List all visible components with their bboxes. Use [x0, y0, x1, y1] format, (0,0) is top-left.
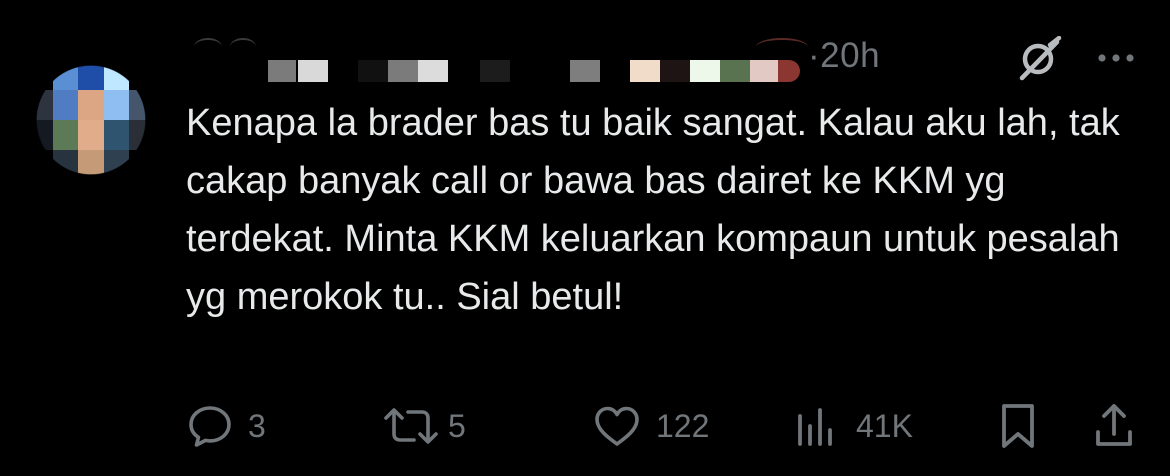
timestamp-separator: ·	[808, 36, 821, 75]
action-bar: 3 5 122 41K	[186, 398, 1146, 454]
avatar[interactable]	[28, 60, 154, 180]
more-options-icon[interactable]	[1094, 48, 1138, 68]
views-count: 41K	[856, 407, 913, 444]
tweet-text: Kenapa la brader bas tu baik sangat. Kal…	[186, 102, 1120, 318]
author-name-redacted[interactable]	[190, 38, 830, 84]
heart-icon	[595, 406, 639, 446]
share-icon	[1096, 404, 1132, 446]
timestamp-value[interactable]: 20h	[820, 36, 880, 75]
share-button[interactable]	[1092, 398, 1136, 454]
bookmark-button[interactable]	[996, 398, 1040, 454]
views-icon	[798, 408, 832, 446]
retweet-button[interactable]: 5	[382, 398, 466, 454]
reply-icon	[189, 406, 231, 447]
tweet-article[interactable]: ·20h Kenapa la brader bas tu baik sangat…	[0, 0, 1170, 476]
timestamp[interactable]: ·20h	[808, 36, 880, 76]
bookmark-icon	[1002, 404, 1034, 448]
views-button[interactable]: 41K	[794, 398, 913, 454]
grok-icon[interactable]	[1012, 36, 1064, 82]
like-count: 122	[656, 407, 710, 444]
retweet-count: 5	[448, 407, 466, 444]
like-button[interactable]: 122	[592, 398, 709, 454]
retweet-icon	[384, 408, 438, 444]
reply-button[interactable]: 3	[186, 398, 266, 454]
reply-count: 3	[248, 407, 266, 444]
